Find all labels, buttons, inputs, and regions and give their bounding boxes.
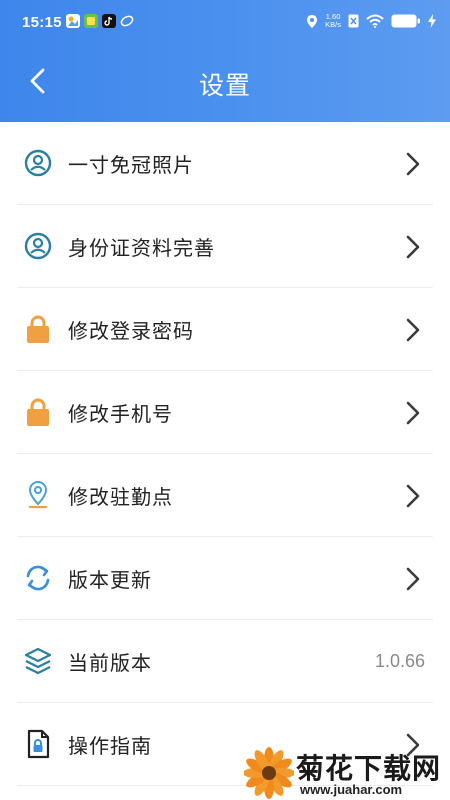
fruit-app-icon (84, 14, 98, 28)
version-number: 1.0.66 (374, 650, 425, 671)
location-status-icon (307, 14, 318, 28)
watermark-url: www.juahar.com (300, 782, 403, 797)
swirl-app-icon (120, 14, 134, 28)
wifi-icon (366, 14, 384, 28)
status-app-icons (66, 14, 134, 28)
chevron-right-icon (406, 484, 420, 508)
settings-item-label: 版本更新 (68, 567, 152, 592)
settings-list: 一寸免冠照片 身份证资料完善 修改登录密码 修改手机号 修改驻勤点 版本更新 当… (0, 122, 450, 786)
chevron-right-icon (406, 567, 420, 591)
sim-status-icon (348, 14, 359, 28)
refresh-icon (23, 563, 53, 593)
user-circle-icon (23, 148, 53, 178)
settings-item-label: 身份证资料完善 (68, 235, 215, 260)
status-bar: 15:15 1.60 KB/s (0, 0, 450, 48)
status-time: 15:15 (22, 14, 62, 31)
lock-icon (23, 314, 53, 344)
tiktok-app-icon (102, 14, 116, 28)
chevron-right-icon (406, 235, 420, 259)
speed-unit: KB/s (325, 20, 341, 29)
watermark-title: 菊花下载网 (296, 752, 442, 785)
settings-item-label: 修改登录密码 (68, 318, 194, 343)
settings-item-label: 修改手机号 (68, 401, 173, 426)
settings-item-change-password[interactable]: 修改登录密码 (17, 288, 433, 371)
chevron-right-icon (406, 401, 420, 425)
user-circle-icon (23, 231, 53, 261)
settings-item-label: 一寸免冠照片 (68, 152, 194, 177)
settings-item-change-post[interactable]: 修改驻勤点 (17, 454, 433, 537)
flower-logo-icon (244, 747, 294, 799)
document-lock-icon (23, 729, 53, 759)
chevron-right-icon (406, 318, 420, 342)
settings-item-label: 当前版本 (68, 650, 152, 675)
photos-app-icon (66, 14, 80, 28)
lock-icon (23, 397, 53, 427)
settings-item-change-phone[interactable]: 修改手机号 (17, 371, 433, 454)
settings-item-label: 修改驻勤点 (68, 484, 173, 509)
network-speed: 1.60 KB/s (325, 13, 341, 29)
site-watermark: 菊花下载网 www.juahar.com (244, 742, 450, 800)
settings-item-photo[interactable]: 一寸免冠照片 (17, 122, 433, 205)
settings-item-current-version: 当前版本 1.0.66 (17, 620, 433, 703)
settings-item-label: 操作指南 (68, 733, 152, 758)
chevron-right-icon (406, 152, 420, 176)
charging-icon (428, 14, 436, 28)
page-title: 设置 (198, 71, 251, 100)
app-header: 15:15 1.60 KB/s 设置 (0, 0, 450, 122)
layers-icon (23, 646, 53, 676)
battery-icon (391, 14, 420, 28)
location-pin-icon (23, 480, 53, 510)
status-indicators: 1.60 KB/s (306, 13, 436, 29)
settings-item-version-update[interactable]: 版本更新 (17, 537, 433, 620)
settings-item-id-card[interactable]: 身份证资料完善 (17, 205, 433, 288)
